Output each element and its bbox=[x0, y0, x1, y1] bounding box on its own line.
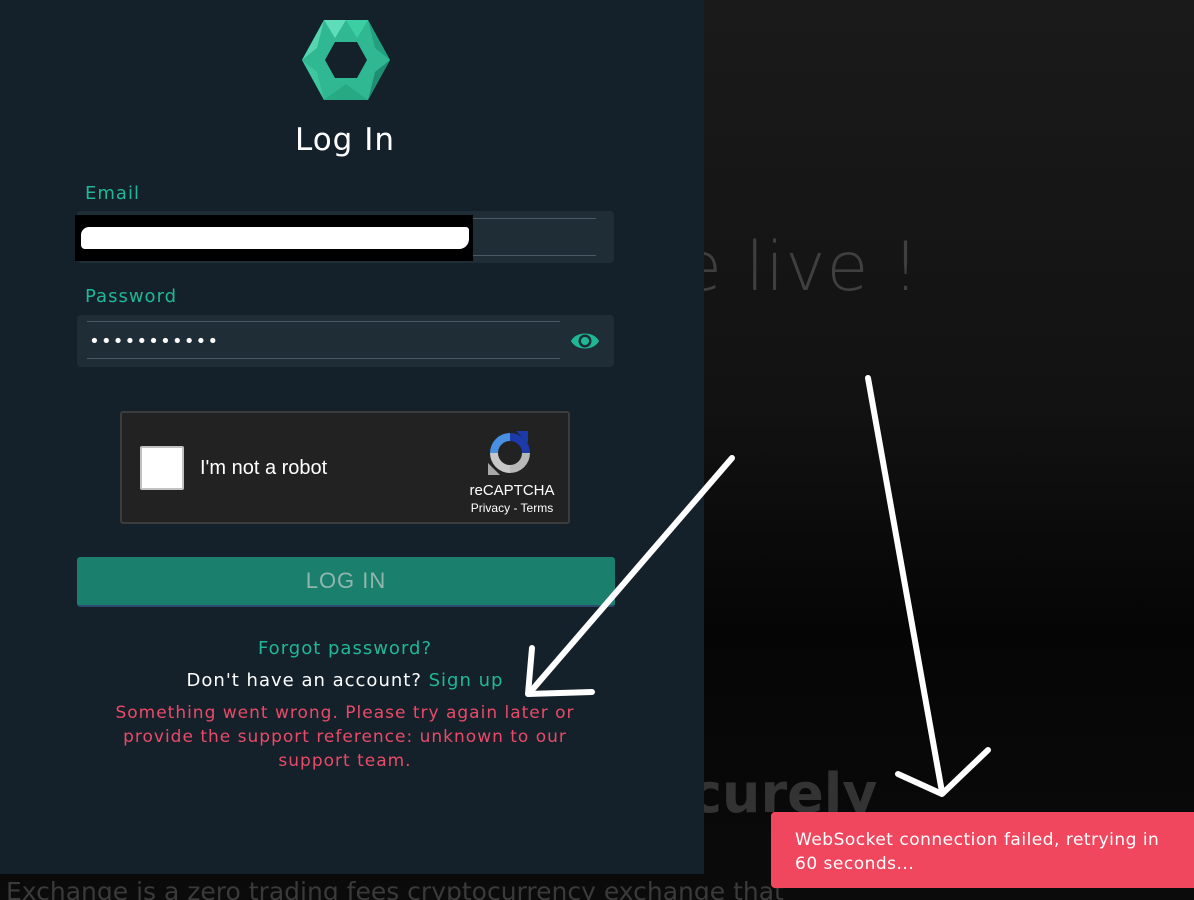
email-label: Email bbox=[85, 183, 140, 204]
recaptcha-logo-icon bbox=[488, 431, 530, 475]
password-input[interactable] bbox=[89, 327, 559, 355]
no-account-text: Don't have an account? bbox=[186, 670, 422, 691]
recaptcha-widget: I'm not a robot reCAPTCHA Privacy - Term… bbox=[120, 411, 570, 524]
password-label: Password bbox=[85, 286, 178, 307]
landing-description: Exchange is a zero trading fees cryptocu… bbox=[6, 877, 784, 900]
signup-link[interactable]: Sign up bbox=[429, 670, 504, 691]
eye-icon[interactable] bbox=[570, 328, 600, 354]
password-field-top-line bbox=[87, 321, 560, 322]
landing-headline: e live ! bbox=[680, 228, 921, 307]
recaptcha-privacy-terms-link[interactable]: Privacy - Terms bbox=[452, 501, 572, 515]
password-field-container bbox=[77, 315, 614, 367]
recaptcha-label: I'm not a robot bbox=[200, 457, 328, 479]
page-title: Log In bbox=[294, 122, 395, 158]
recaptcha-brand: reCAPTCHA bbox=[469, 482, 555, 499]
toast-message: WebSocket connection failed, retrying in… bbox=[795, 830, 1160, 874]
websocket-error-toast: WebSocket connection failed, retrying in… bbox=[771, 812, 1194, 888]
password-field-underline bbox=[87, 358, 560, 359]
recaptcha-checkbox[interactable] bbox=[140, 446, 184, 490]
redaction-scribble bbox=[81, 227, 469, 249]
error-message: Something went wrong. Please try again l… bbox=[115, 703, 575, 771]
hexagon-logo-icon bbox=[302, 20, 390, 100]
signup-row: Don't have an account? Sign up bbox=[0, 670, 690, 691]
redacted-email-overlay bbox=[75, 215, 473, 261]
forgot-password-link[interactable]: Forgot password? bbox=[0, 638, 690, 659]
login-button[interactable]: LOG IN bbox=[77, 557, 615, 607]
email-field-container bbox=[75, 211, 614, 263]
login-panel: Log In Email Password I'm not a robot bbox=[0, 0, 704, 874]
